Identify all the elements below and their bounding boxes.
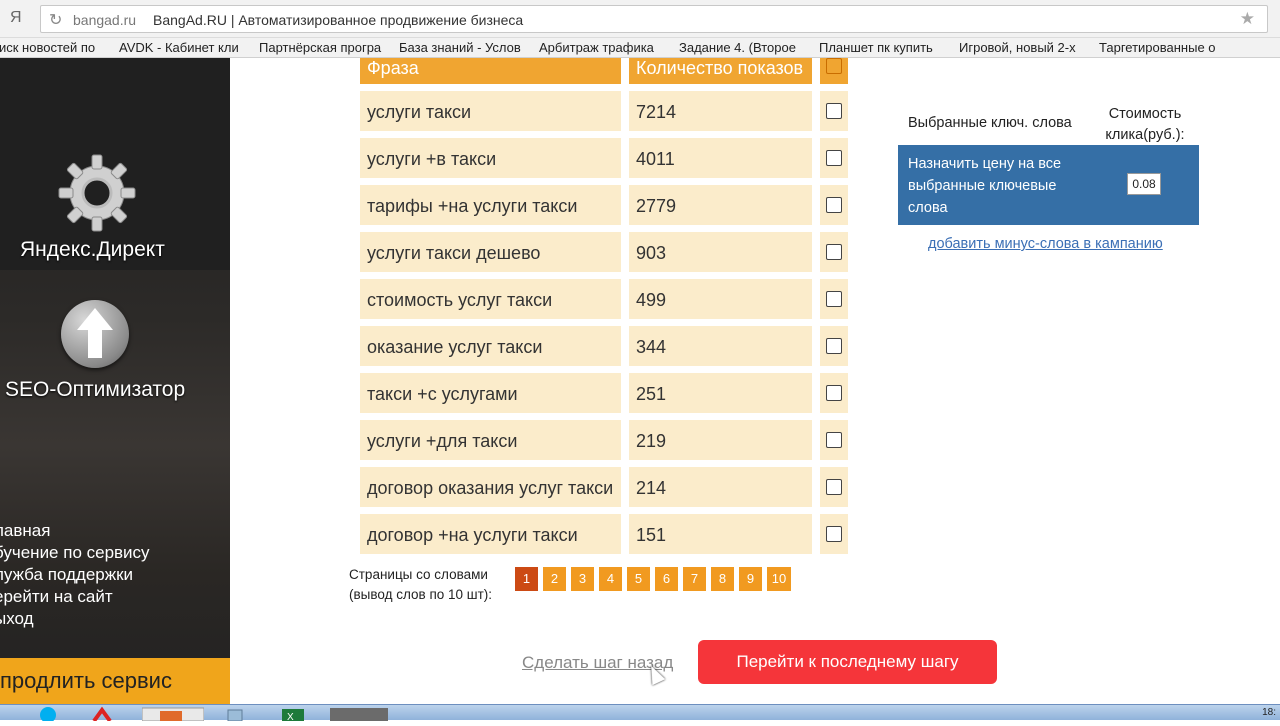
keyword-phrase: услуги +для такси bbox=[360, 420, 621, 460]
selected-keywords-label: Выбранные ключ. слова bbox=[908, 115, 1072, 131]
row-checkbox[interactable] bbox=[826, 103, 842, 119]
keyword-phrase: такси +с услугами bbox=[360, 373, 621, 413]
page-button-2[interactable]: 2 bbox=[543, 567, 566, 591]
pagination-label: Страницы со словами (вывод слов по 10 шт… bbox=[349, 565, 492, 605]
keyword-phrase: услуги такси дешево bbox=[360, 232, 621, 272]
yandex-browser-icon[interactable] bbox=[76, 706, 128, 723]
page-button-5[interactable]: 5 bbox=[627, 567, 650, 591]
url-omnibox[interactable]: ↻ bangad.ru BangAd.RU | Автоматизированн… bbox=[40, 5, 1268, 33]
page-button-1[interactable]: 1 bbox=[515, 567, 538, 591]
click-cost-label: Стоимость клика(руб.): bbox=[1100, 104, 1190, 146]
bookmark-item[interactable]: иск новостей по bbox=[0, 40, 103, 55]
windows-taskbar: X 18: bbox=[0, 704, 1280, 723]
row-checkbox[interactable] bbox=[826, 150, 842, 166]
header-count: Количество показов bbox=[629, 58, 812, 84]
page-button-3[interactable]: 3 bbox=[571, 567, 594, 591]
excel-icon[interactable]: X bbox=[268, 706, 320, 723]
price-input[interactable] bbox=[1127, 173, 1161, 195]
pagination-label-line2: (вывод слов по 10 шт): bbox=[349, 587, 493, 602]
url-domain[interactable]: bangad.ru bbox=[73, 12, 136, 28]
header-phrase: Фраза bbox=[360, 58, 621, 84]
keyword-phrase: договор оказания услуг такси bbox=[360, 467, 621, 507]
seo-arrow-up-icon[interactable] bbox=[61, 300, 129, 368]
menu-item-main[interactable]: лавная bbox=[0, 520, 150, 542]
row-checkbox[interactable] bbox=[826, 432, 842, 448]
page-button-8[interactable]: 8 bbox=[711, 567, 734, 591]
prolong-service-button[interactable]: продлить сервис bbox=[0, 658, 230, 704]
page-button-7[interactable]: 7 bbox=[683, 567, 706, 591]
skype-icon[interactable] bbox=[22, 706, 74, 723]
gear-icon[interactable] bbox=[58, 154, 136, 232]
keyword-count: 214 bbox=[629, 467, 812, 507]
click-cost-label-line2: клика(руб.): bbox=[1105, 127, 1185, 143]
bookmarks-bar: иск новостей по AVDK - Кабинет кли Партн… bbox=[0, 38, 1280, 58]
bookmark-item[interactable]: AVDK - Кабинет кли bbox=[119, 40, 245, 55]
menu-item-logout[interactable]: ыход bbox=[0, 608, 150, 630]
keyword-count: 499 bbox=[629, 279, 812, 319]
row-checkbox[interactable] bbox=[826, 197, 842, 213]
keyword-phrase: стоимость услуг такси bbox=[360, 279, 621, 319]
bookmark-item[interactable]: Партнёрская програ bbox=[259, 40, 385, 55]
url-page-title[interactable]: BangAd.RU | Автоматизированное продвижен… bbox=[153, 12, 523, 28]
bookmark-item[interactable]: База знаний - Услов bbox=[399, 40, 525, 55]
sidebar: Яндекс.Директ SEO-Оптимизатор лавная буч… bbox=[0, 58, 230, 704]
keyword-phrase: услуги такси bbox=[360, 91, 621, 131]
keyword-phrase: договор +на услуги такси bbox=[360, 514, 621, 554]
menu-item-training[interactable]: бучение по сервису bbox=[0, 542, 150, 564]
assign-price-text: Назначить цену на все выбранные ключевые… bbox=[908, 156, 1062, 216]
page-button-4[interactable]: 4 bbox=[599, 567, 622, 591]
address-bar: Я ↻ bangad.ru BangAd.RU | Автоматизирова… bbox=[0, 0, 1280, 38]
keyword-count: 7214 bbox=[629, 91, 812, 131]
page-button-6[interactable]: 6 bbox=[655, 567, 678, 591]
row-checkbox[interactable] bbox=[826, 479, 842, 495]
yandex-direct-link[interactable]: Яндекс.Директ bbox=[20, 238, 230, 262]
keyword-count: 4011 bbox=[629, 138, 812, 178]
keyword-phrase: услуги +в такси bbox=[360, 138, 621, 178]
bookmark-item[interactable]: Арбитраж трафика bbox=[539, 40, 665, 55]
row-checkbox[interactable] bbox=[826, 291, 842, 307]
page-button-10[interactable]: 10 bbox=[767, 567, 791, 591]
keyword-count: 344 bbox=[629, 326, 812, 366]
reload-icon[interactable]: ↻ bbox=[49, 10, 62, 30]
bookmark-item[interactable]: Задание 4. (Второе bbox=[679, 40, 805, 55]
presentation-app-icon[interactable] bbox=[141, 706, 205, 722]
select-all-checkbox[interactable] bbox=[826, 58, 842, 74]
keyword-count: 151 bbox=[629, 514, 812, 554]
keyword-count: 251 bbox=[629, 373, 812, 413]
row-checkbox[interactable] bbox=[826, 338, 842, 354]
keyword-count: 219 bbox=[629, 420, 812, 460]
media-app-icon[interactable] bbox=[330, 706, 388, 721]
keyword-count: 2779 bbox=[629, 185, 812, 225]
recycle-bin-icon[interactable] bbox=[208, 706, 260, 722]
pagination-label-line1: Страницы со словами bbox=[349, 567, 488, 582]
row-checkbox[interactable] bbox=[826, 244, 842, 260]
menu-item-go-to-site[interactable]: ерейти на сайт bbox=[0, 586, 150, 608]
bookmark-item[interactable]: Планшет пк купить bbox=[819, 40, 945, 55]
keyword-phrase: оказание услуг такси bbox=[360, 326, 621, 366]
add-minus-words-link[interactable]: добавить минус-слова в кампанию bbox=[928, 236, 1163, 252]
sidebar-menu: лавная бучение по сервису лужба поддержк… bbox=[0, 520, 150, 630]
page-button-9[interactable]: 9 bbox=[739, 567, 762, 591]
clock[interactable]: 18: bbox=[1262, 707, 1276, 718]
bookmark-star-icon[interactable]: ★ bbox=[1240, 9, 1255, 29]
bookmark-item[interactable]: Игровой, новый 2-х bbox=[959, 40, 1085, 55]
keyword-count: 903 bbox=[629, 232, 812, 272]
prolong-service-label: продлить сервис bbox=[0, 668, 172, 693]
assign-price-panel: Назначить цену на все выбранные ключевые… bbox=[898, 145, 1199, 225]
row-checkbox[interactable] bbox=[826, 385, 842, 401]
seo-optimizer-link[interactable]: SEO-Оптимизатор bbox=[5, 378, 230, 402]
row-checkbox[interactable] bbox=[826, 526, 842, 542]
bookmark-item[interactable]: Таргетированные о bbox=[1099, 40, 1225, 55]
go-to-last-step-button[interactable]: Перейти к последнему шагу bbox=[698, 640, 997, 684]
keyword-phrase: тарифы +на услуги такси bbox=[360, 185, 621, 225]
menu-item-support[interactable]: лужба поддержки bbox=[0, 564, 150, 586]
click-cost-label-line1: Стоимость bbox=[1108, 106, 1182, 122]
yandex-logo-icon[interactable]: Я bbox=[10, 9, 22, 27]
